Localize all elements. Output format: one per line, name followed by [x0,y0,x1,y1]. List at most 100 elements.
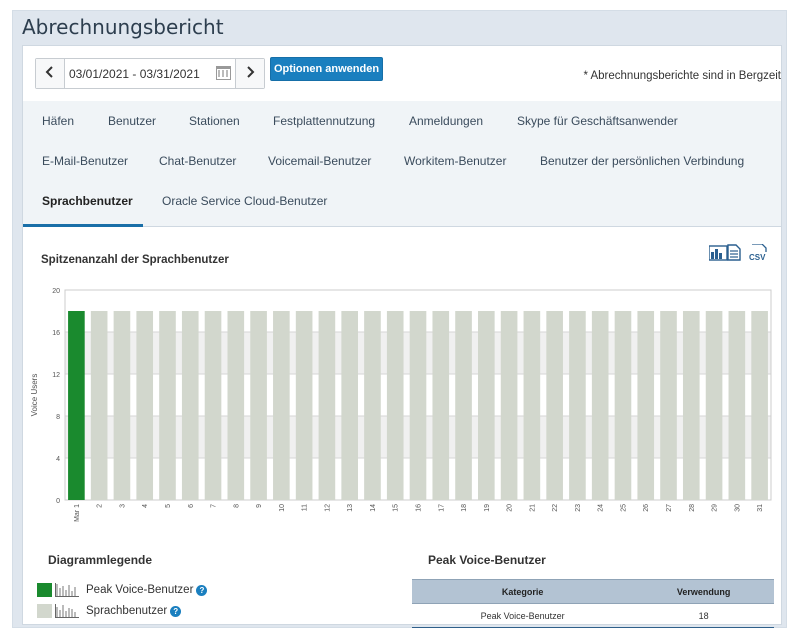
bar [523,311,541,500]
x-tick-label: 15 [393,504,400,512]
report-frame: Abrechnungsbericht 03/01/2021 - 03/31/20… [12,10,787,628]
tab-haefen[interactable]: Häfen [42,114,74,128]
prev-period-button[interactable] [36,59,65,88]
peak-voice-users-chart: 048121620Voice UsersMar 1 2 3 4 5 6 7 8 9 10 11 12 1… [30,288,772,522]
bar [751,311,768,500]
x-tick-label: 5 [165,504,172,508]
bar [113,311,131,500]
bar [318,311,336,500]
date-range-picker[interactable]: 03/01/2021 - 03/31/2021 [35,58,265,89]
chart-title: Spitzenanzahl der Sprachbenutzer [41,254,229,266]
bar [455,311,472,500]
bar [591,311,609,500]
x-tick-label: 20 [507,504,514,512]
bar [273,311,290,500]
x-tick-label: 29 [712,504,719,512]
csv-icon[interactable]: CSV [749,243,769,262]
mini-bars-icon [55,604,79,618]
tab-email-benutzer[interactable]: E-Mail-Benutzer [42,154,128,168]
bar [569,311,586,500]
x-tick-label: 16 [416,504,423,512]
x-tick-label: 2 [97,504,104,508]
x-tick-label: 18 [461,504,468,512]
x-tick-label: 17 [438,504,445,512]
legend-title: Diagrammlegende [48,553,153,567]
tab-oracle-service-cloud[interactable]: Oracle Service Cloud-Benutzer [162,194,327,208]
x-tick-label: 7 [211,504,218,508]
x-tick-label: 13 [347,504,354,512]
bar [295,311,313,500]
tab-sprachbenutzer[interactable]: Sprachbenutzer [42,194,133,208]
report-toolbar: 03/01/2021 - 03/31/2021 Optionen anwende… [23,46,781,101]
tab-persoenliche-verbindung[interactable]: Benutzer der persönlichen Verbindung [540,154,744,168]
x-tick-label: 19 [484,504,491,512]
tab-stationen[interactable]: Stationen [189,114,240,128]
x-tick-label: 11 [302,504,309,511]
legend-swatch-peak [37,583,52,597]
bar [341,311,358,500]
tab-skype[interactable]: Skype für Geschäftsanwender [517,114,678,128]
x-tick-label: 27 [666,504,673,512]
tab-benutzer[interactable]: Benutzer [108,114,156,128]
x-tick-label: 23 [575,504,582,512]
page-title: Abrechnungsbericht [22,15,224,39]
help-icon[interactable]: ? [196,584,208,596]
bar [364,311,381,500]
y-tick-label: 12 [52,372,60,379]
mini-bars-icon [55,583,79,597]
legend-item-peak: Peak Voice-Benutzer ? [37,582,208,598]
tab-workitem-benutzer[interactable]: Workitem-Benutzer [404,154,506,168]
legend-label-peak: Peak Voice-Benutzer [86,584,194,596]
date-range-input[interactable]: 03/01/2021 - 03/31/2021 [69,67,200,81]
bar [705,311,723,500]
bar [68,311,85,500]
apply-options-button[interactable]: Optionen anwenden [270,57,383,81]
tab-voicemail-benutzer[interactable]: Voicemail-Benutzer [268,154,371,168]
x-tick-label: 31 [757,504,764,512]
bar [637,311,655,500]
bar [614,311,632,500]
x-tick-label: 26 [643,504,650,512]
x-tick-label: 24 [598,504,605,512]
chevron-right-icon [245,65,255,83]
x-tick-label: 6 [188,504,195,508]
chart-report-icon[interactable] [708,244,741,261]
next-period-button[interactable] [235,59,264,88]
legend-label-sprachbenutzer: Sprachbenutzer [86,605,168,617]
tab-anmeldungen[interactable]: Anmeldungen [409,114,483,128]
x-tick-label: 8 [233,504,240,508]
tab-chat-benutzer[interactable]: Chat-Benutzer [159,154,236,168]
table-cell: 18 [633,603,774,628]
report-tabs: Häfen Benutzer Stationen Festplattennutz… [23,101,781,227]
bar [478,311,495,500]
bar [432,311,450,500]
y-tick-label: 0 [56,498,60,505]
column-header-verwendung[interactable]: Verwendung [633,579,774,604]
x-tick-label: 28 [689,504,696,512]
x-tick-label: 9 [256,504,263,508]
bar [204,311,222,500]
x-tick-label: 3 [119,504,126,508]
x-tick-label: 12 [324,504,331,512]
help-icon[interactable]: ? [170,605,182,617]
active-tab-indicator [23,224,143,227]
y-tick-label: 8 [56,414,60,421]
bar [227,311,245,500]
bar [250,311,267,500]
tab-festplattennutzung[interactable]: Festplattennutzung [273,114,375,128]
y-tick-label: 16 [52,330,60,337]
usage-table: Kategorie Verwendung Peak Voice-Benutzer… [412,579,774,628]
bar [181,311,199,500]
bar [660,311,677,500]
table-header-row: Kategorie Verwendung [412,579,774,604]
csv-label: CSV [749,253,766,261]
legend-item-sprachbenutzer: Sprachbenutzer ? [37,603,182,619]
table-row: Peak Voice-Benutzer 18 [412,603,774,628]
x-tick-label: Mar 1 [74,504,81,522]
report-panel: 03/01/2021 - 03/31/2021 Optionen anwende… [22,45,782,628]
y-axis-label: Voice Users [30,374,39,417]
x-tick-label: 14 [370,504,377,512]
bar [546,311,563,500]
calendar-icon[interactable] [216,66,231,80]
column-header-kategorie[interactable]: Kategorie [412,579,634,604]
